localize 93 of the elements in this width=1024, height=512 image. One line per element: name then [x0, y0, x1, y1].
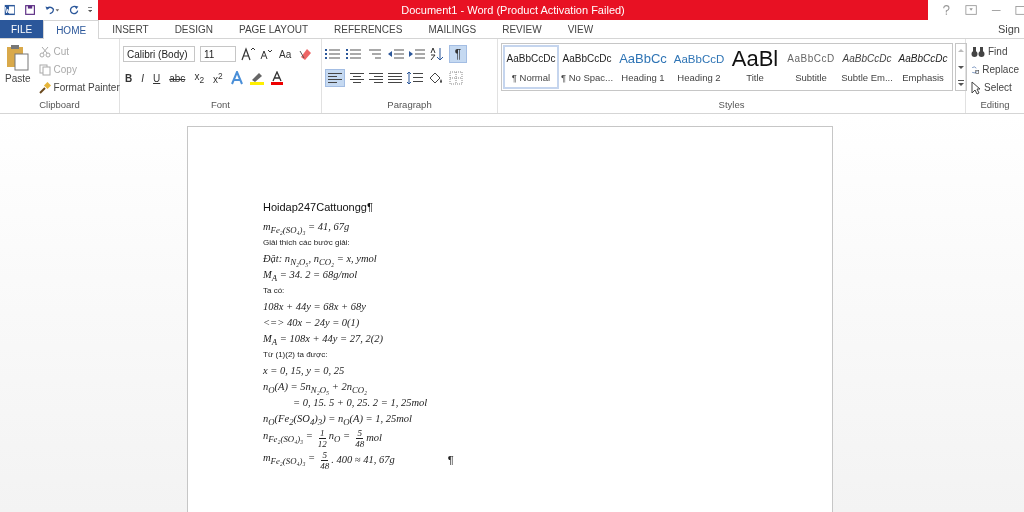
group-label: Paragraph	[386, 99, 433, 112]
group-label: Editing	[979, 99, 1011, 112]
cursor-icon	[971, 80, 981, 95]
style-gallery-item[interactable]: AaBl Title	[727, 45, 783, 89]
grow-font-icon[interactable]	[241, 47, 255, 61]
document-heading: Hoidap247Cattuongg¶	[263, 201, 374, 213]
ribbon-tab[interactable]: REVIEW	[489, 20, 555, 38]
style-gallery-item[interactable]: AaBbCc Heading 1	[615, 45, 671, 89]
fraction: 1 12	[317, 427, 327, 449]
font-family-field[interactable]: Calibri (Body)	[123, 46, 195, 62]
show-marks-button[interactable]: ¶	[449, 45, 467, 63]
decrease-indent-icon[interactable]	[388, 48, 404, 60]
equation: 108x + 44y = 68x + 68y	[263, 300, 367, 314]
save-icon[interactable]	[24, 3, 35, 17]
highlighter-icon[interactable]	[248, 71, 265, 85]
style-gallery-item[interactable]: AaBbCcDc ¶ No Spac...	[559, 45, 615, 89]
underline-button[interactable]: U	[151, 69, 163, 87]
group-label: Font	[210, 99, 231, 112]
paragraph-text: Từ (1)(2) ta được:	[263, 349, 329, 361]
format-painter-button[interactable]: Format Painter	[36, 79, 122, 96]
style-gallery-item[interactable]: AaBbCcD Heading 2	[671, 45, 727, 89]
window-title: Document1 - Word (Product Activation Failed)	[401, 4, 625, 16]
align-right-icon[interactable]	[369, 72, 383, 84]
replace-button[interactable]: Replace	[969, 61, 1021, 78]
align-center-icon[interactable]	[350, 72, 364, 84]
font-size-field[interactable]: 11	[200, 46, 236, 62]
ribbon-tab[interactable]: FILE	[0, 20, 44, 38]
strikethrough-button[interactable]: abc	[167, 69, 188, 87]
ribbon-tab[interactable]: MAILINGS	[415, 20, 490, 38]
equation-part: m$_{Fe₂(SO₄)₃}$ =	[263, 451, 316, 469]
style-gallery-item[interactable]: AaBbCcD Subtitle	[783, 45, 839, 89]
increase-indent-icon[interactable]	[409, 48, 425, 60]
ribbon-tab[interactable]: REFERENCES	[321, 20, 416, 38]
subscript-button[interactable]: x$_{2}$	[192, 69, 206, 87]
equation: m$_{Fe₂(SO₄)₃}$ = 41, 67g	[263, 220, 351, 235]
help-icon[interactable]	[942, 4, 951, 16]
select-button[interactable]: Select	[969, 79, 1021, 96]
style-gallery-item[interactable]: AaBbCcDc Subtle Em...	[839, 45, 895, 89]
equation-part: mol	[366, 431, 382, 445]
italic-button[interactable]: I	[139, 69, 146, 87]
equation-part: n$_{O}$ =	[328, 429, 351, 447]
gallery-more-icon[interactable]	[956, 78, 966, 88]
copy-icon	[38, 63, 51, 76]
align-left-button[interactable]	[325, 69, 345, 87]
redo-icon[interactable]	[68, 3, 79, 17]
line-spacing-icon[interactable]	[407, 71, 423, 85]
equation: M$_{A}$ = 34. 2 = 68g/mol	[263, 268, 359, 283]
justify-icon[interactable]	[388, 72, 402, 84]
sort-icon[interactable]	[430, 47, 444, 61]
text-effects-icon[interactable]	[229, 71, 244, 85]
paragraph-mark: ¶	[447, 454, 454, 466]
superscript-button[interactable]: x$^{2}$	[211, 69, 225, 87]
undo-icon[interactable]	[43, 3, 60, 17]
font-color-icon[interactable]	[269, 71, 284, 85]
find-button[interactable]: Find	[969, 43, 1021, 60]
shading-icon[interactable]	[428, 71, 444, 85]
eraser-icon[interactable]	[298, 47, 313, 61]
style-gallery-item[interactable]: AaBbCcDc Emphasis	[895, 45, 951, 89]
equation: <=> 40x − 24y = 0(1)	[263, 316, 361, 330]
equation: M$_{A}$ = 108x + 44y = 27, 2(2)	[263, 332, 384, 347]
equation: Đặt: n$_{N₂O₅}$, n$_{CO₂}$ = x, ymol	[263, 252, 378, 267]
shrink-font-icon[interactable]	[260, 48, 272, 60]
group-label: Styles	[717, 99, 746, 112]
customize-menu-icon[interactable]	[87, 5, 92, 15]
binoculars-icon	[971, 45, 985, 58]
paste-button[interactable]: Paste	[3, 43, 33, 99]
paragraph-text: Giải thích các bước giải:	[263, 237, 351, 249]
numbering-icon[interactable]	[346, 48, 362, 60]
bullets-icon[interactable]	[325, 48, 341, 60]
equation: x = 0, 15, y = 0, 25	[263, 364, 346, 378]
multilevel-list-icon[interactable]	[367, 48, 383, 60]
change-case-button[interactable]: Aa	[277, 45, 294, 63]
fraction: 5 48	[320, 449, 330, 471]
equation: = 0, 15. 5 + 0, 25. 2 = 1, 25mol	[292, 396, 429, 410]
align-left-icon	[328, 72, 342, 84]
ribbon-tab[interactable]: PAGE LAYOUT	[225, 20, 322, 38]
equation-part: n$_{Fe₂(SO₄)₃}$ =	[263, 429, 313, 447]
brush-icon	[38, 81, 51, 94]
paragraph-text: Ta có:	[263, 285, 286, 297]
sign-in-link[interactable]: Sign	[997, 23, 1024, 35]
ribbon-tab[interactable]: INSERT	[99, 20, 162, 38]
fraction: 5 48	[355, 427, 365, 449]
ribbon-tab[interactable]: HOME	[43, 20, 100, 39]
scissors-icon	[38, 45, 51, 58]
ribbon-tab[interactable]: VIEW	[554, 20, 607, 38]
equation: n$_{O}$(A) = 5n$_{N₂O₅}$ + 2n$_{CO₂}$	[263, 380, 369, 395]
ribbon-tab[interactable]: DESIGN	[161, 20, 226, 38]
equation-part: . 400 ≈ 41, 67g	[331, 453, 395, 467]
bold-button[interactable]: B	[123, 69, 135, 87]
group-label: Clipboard	[38, 99, 81, 112]
equation: n$_{O}$(Fe$_{2}$(SO$_{4}$)$_{3}$) = n$_{O}$(A) = 1, 25mol	[263, 412, 414, 427]
style-gallery-item[interactable]: AaBbCcDc ¶ Normal	[503, 45, 559, 89]
clipboard-icon	[5, 43, 30, 71]
